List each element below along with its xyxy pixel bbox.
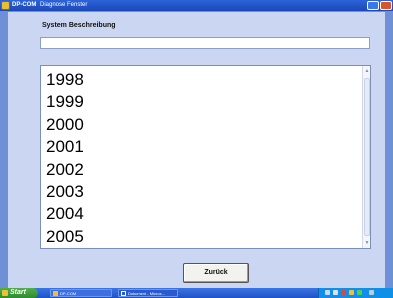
year-list-items: 1998 1999 2000 2001 2002 2003 2004 2005	[46, 69, 346, 248]
scroll-up-icon[interactable]: ▲	[364, 67, 370, 75]
list-scrollbar[interactable]: ▲ ▼	[362, 66, 370, 248]
taskbar-item-document[interactable]: Dokument - Micros...	[118, 289, 178, 297]
app-icon	[1, 1, 10, 10]
antivirus-icon[interactable]	[357, 290, 362, 295]
maximize-button[interactable]	[367, 1, 379, 10]
list-item-1998[interactable]: 1998	[46, 69, 346, 91]
title-app-name: DP-COM	[12, 2, 37, 8]
list-item-2000[interactable]: 2000	[46, 114, 346, 136]
application-window: DP-COM Diagnose Fenster System Beschreib…	[0, 0, 393, 288]
app-icon	[53, 291, 58, 296]
taskbar-item-label: DP-COM	[60, 291, 77, 296]
start-label: Start	[10, 289, 26, 296]
volume-icon[interactable]	[333, 290, 338, 295]
list-item-2003[interactable]: 2003	[46, 181, 346, 203]
list-item-2001[interactable]: 2001	[46, 136, 346, 158]
back-button[interactable]: Zurück	[183, 263, 249, 283]
list-item-1999[interactable]: 1999	[46, 91, 346, 113]
taskbar: Start DP-COM Dokument - Micros...	[0, 288, 393, 298]
windows-logo-icon	[2, 290, 8, 296]
list-item-2002[interactable]: 2002	[46, 159, 346, 181]
system-tray	[318, 288, 393, 298]
close-button[interactable]	[380, 1, 392, 10]
window-title: Diagnose Fenster	[40, 2, 88, 8]
security-icon[interactable]	[341, 290, 346, 295]
clock-icon[interactable]	[369, 290, 374, 295]
list-item-2005[interactable]: 2005	[46, 226, 346, 248]
scroll-thumb[interactable]	[364, 78, 370, 236]
update-icon[interactable]	[349, 290, 354, 295]
network-icon[interactable]	[325, 290, 330, 295]
start-button[interactable]: Start	[0, 288, 38, 298]
section-label: System Beschreibung	[42, 22, 116, 29]
description-field[interactable]	[40, 37, 370, 49]
scroll-down-icon[interactable]: ▼	[364, 239, 370, 247]
taskbar-item-label: Dokument - Micros...	[128, 291, 165, 296]
title-bar[interactable]: DP-COM Diagnose Fenster	[0, 0, 393, 11]
document-icon	[121, 291, 126, 296]
taskbar-item-dpcom[interactable]: DP-COM	[50, 289, 112, 297]
year-list[interactable]: 1998 1999 2000 2001 2002 2003 2004 2005 …	[40, 65, 371, 249]
list-item-2004[interactable]: 2004	[46, 203, 346, 225]
